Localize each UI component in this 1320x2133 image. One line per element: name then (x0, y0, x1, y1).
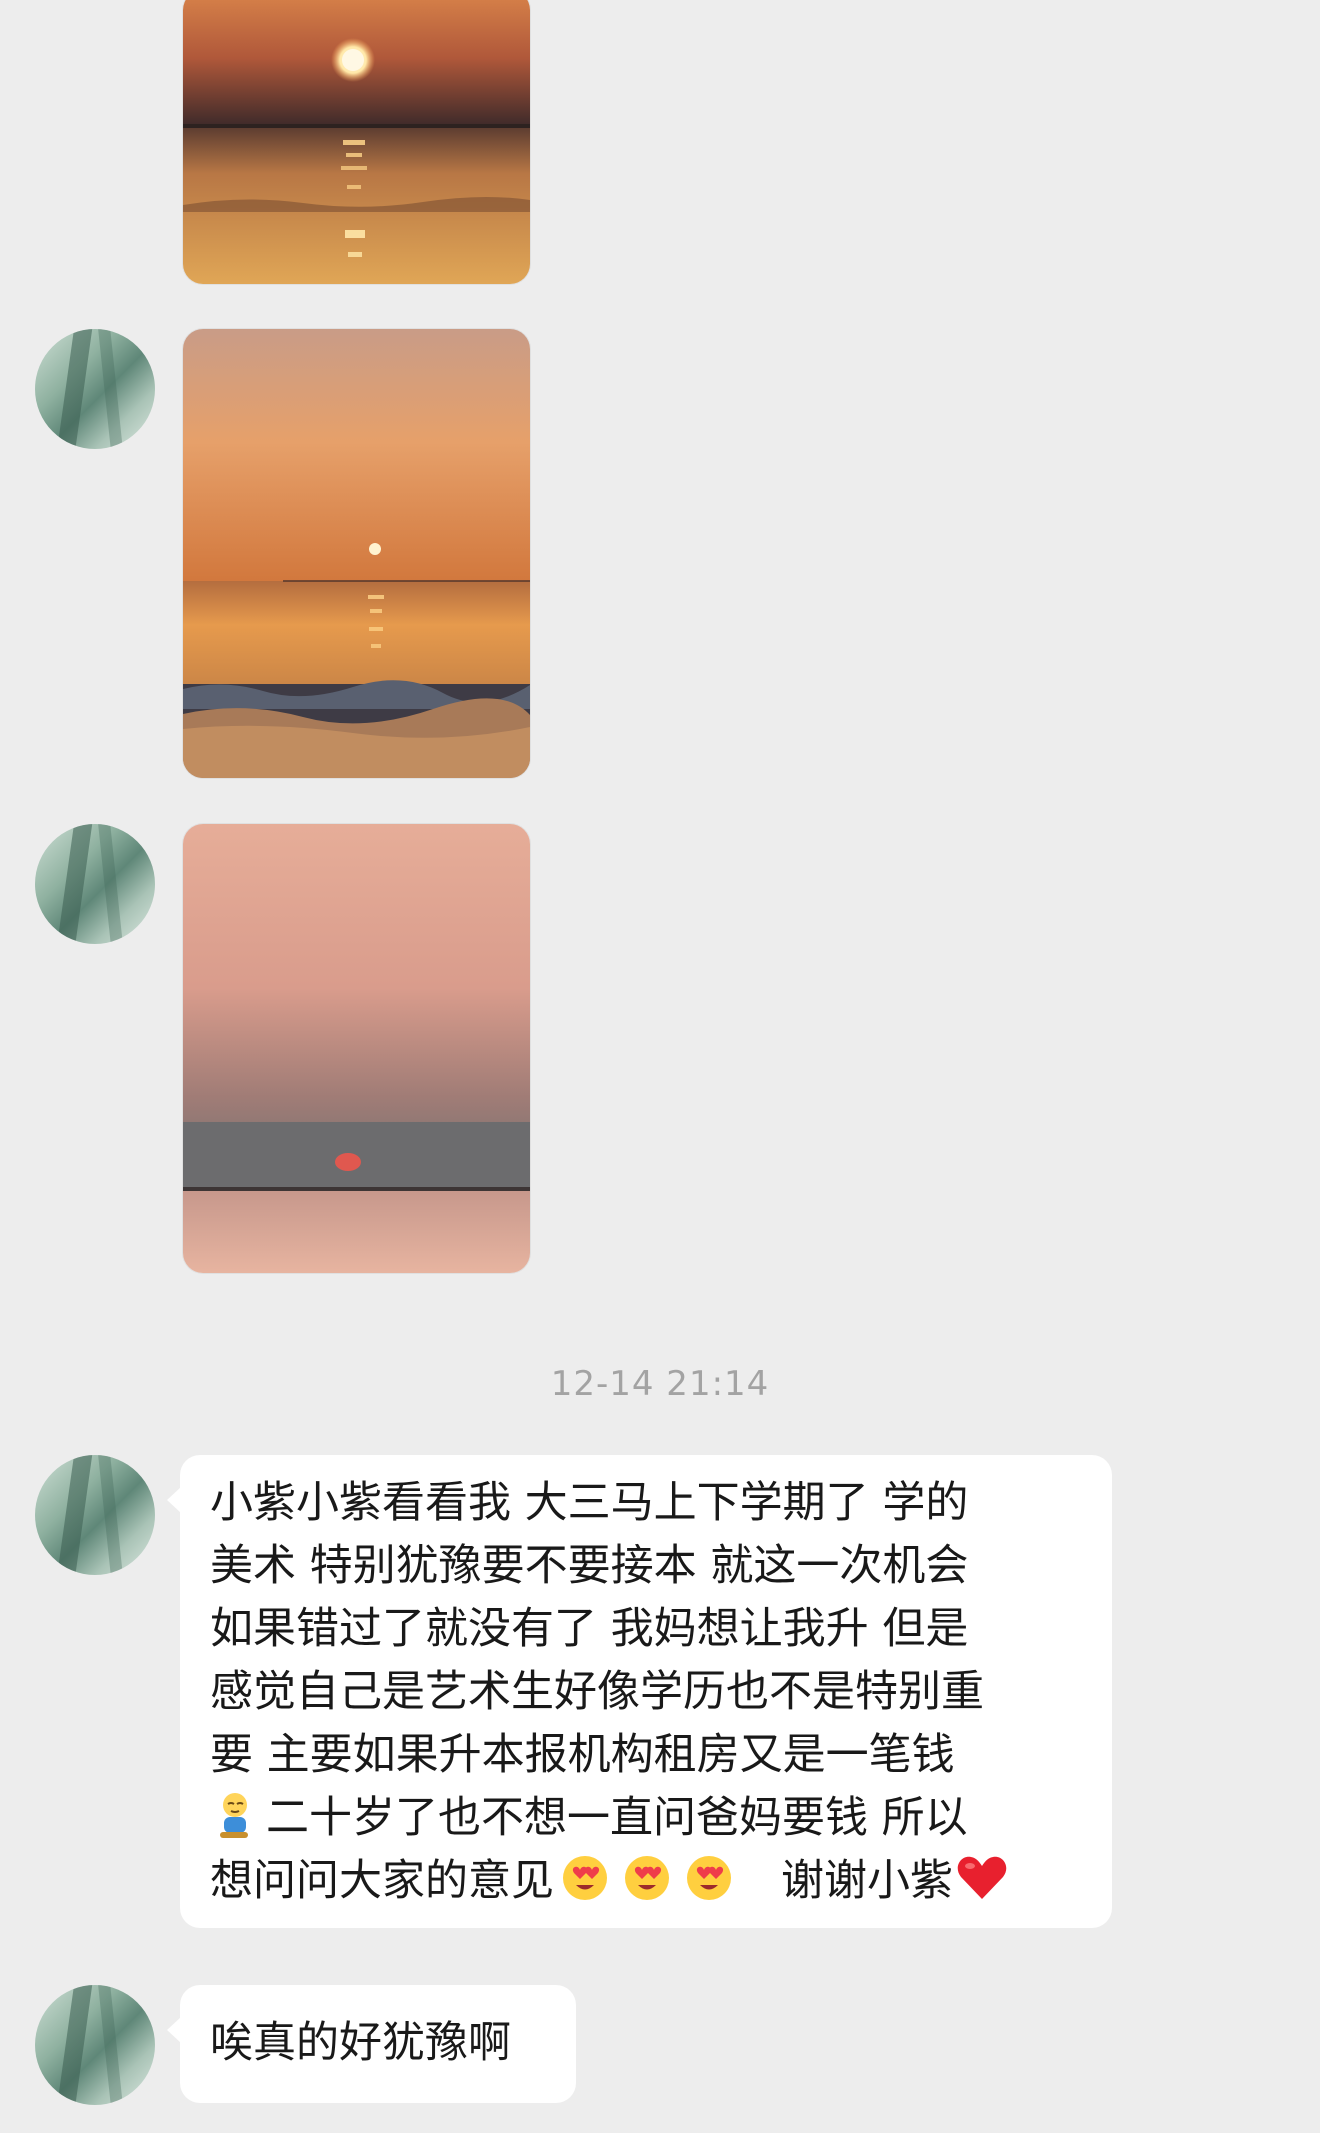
heart-eyes-face-emoji (625, 1856, 669, 1900)
message-line: 想问问大家的意见 谢谢小紫 (210, 1850, 1084, 1913)
message-line-text: 二十岁了也不想一直问爸妈要钱 所以 (266, 1793, 968, 1843)
heart-eyes-face-emoji (687, 1856, 731, 1900)
sleepy-boy-emoji (220, 1793, 248, 1838)
red-heart-emoji (957, 1856, 1007, 1899)
message-line-text: 想问问大家的意见 (210, 1856, 554, 1906)
message-line: 小紫小紫看看我 大三马上下学期了 学的 (210, 1478, 969, 1528)
contact-avatar[interactable] (35, 1985, 155, 2105)
text-message-bubble[interactable]: 唉真的好犹豫啊 (167, 1985, 576, 2103)
message-line: 二十岁了也不想一直问爸妈要钱 所以 (210, 1787, 1084, 1850)
heart-eyes-face-emoji (563, 1856, 607, 1900)
text-message-bubble[interactable]: 小紫小紫看看我 大三马上下学期了 学的 美术 特别犹豫要不要接本 就这一次机会 … (167, 1455, 1112, 1928)
message-line: 如果错过了就没有了 我妈想让我升 但是 (210, 1604, 969, 1654)
message-line: 要 主要如果升本报机构租房又是一笔钱 (210, 1730, 955, 1780)
contact-avatar[interactable] (35, 1455, 155, 1575)
message-line-text: 谢谢小紫 (781, 1856, 954, 1906)
message-line: 唉真的好犹豫啊 (210, 2018, 511, 2068)
sunset-photo-message[interactable] (183, 329, 530, 778)
sunset-photo-message[interactable] (183, 824, 530, 1273)
message-line: 美术 特别犹豫要不要接本 就这一次机会 (210, 1541, 969, 1591)
sunset-photo-message[interactable] (183, 0, 530, 284)
message-line: 感觉自己是艺术生好像学历也不是特别重 (210, 1667, 984, 1717)
message-timestamp: 12-14 21:14 (550, 1364, 770, 1404)
contact-avatar[interactable] (35, 329, 155, 449)
contact-avatar[interactable] (35, 824, 155, 944)
